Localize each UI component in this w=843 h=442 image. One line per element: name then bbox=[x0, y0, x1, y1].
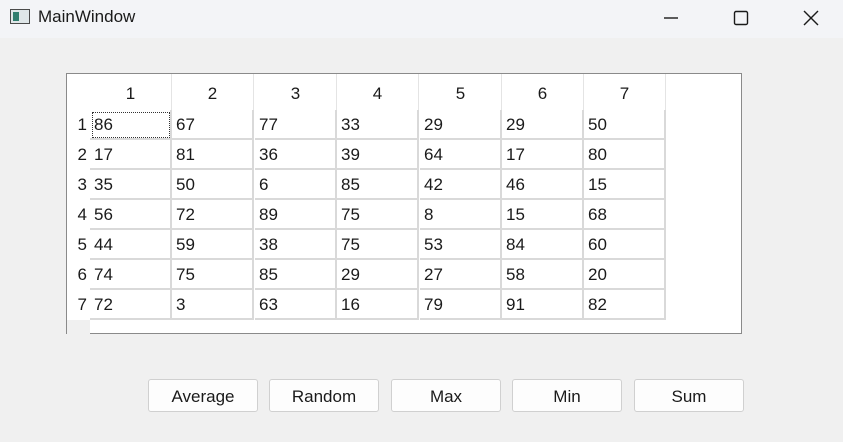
table-cell[interactable]: 74 bbox=[90, 260, 172, 290]
table-cell[interactable]: 17 bbox=[502, 140, 584, 170]
table-cell[interactable]: 36 bbox=[255, 140, 337, 170]
table-cell[interactable]: 3 bbox=[172, 290, 254, 320]
main-window: MainWindow 1 2 3 4 5 6 7 1 2 3 4 5 6 7 86 67 77 33 29 29 50 1… bbox=[0, 0, 843, 442]
row-header-7[interactable]: 7 bbox=[67, 290, 90, 320]
table-cell[interactable]: 79 bbox=[420, 290, 502, 320]
table-cell[interactable]: 63 bbox=[255, 290, 337, 320]
table-row-header-strip bbox=[67, 320, 90, 334]
average-button[interactable]: Average bbox=[148, 379, 258, 412]
table-cell[interactable]: 29 bbox=[337, 260, 419, 290]
table-cell[interactable]: 20 bbox=[584, 260, 666, 290]
table-cell[interactable]: 80 bbox=[584, 140, 666, 170]
row-header-2[interactable]: 2 bbox=[67, 140, 90, 170]
row-header-5[interactable]: 5 bbox=[67, 230, 90, 260]
window-title: MainWindow bbox=[38, 7, 136, 26]
table-cell[interactable]: 15 bbox=[584, 170, 666, 200]
table-cell[interactable]: 75 bbox=[172, 260, 254, 290]
table-cell[interactable]: 72 bbox=[172, 200, 254, 230]
row-header-1[interactable]: 1 bbox=[67, 110, 90, 140]
sum-button[interactable]: Sum bbox=[634, 379, 744, 412]
row-header-3[interactable]: 3 bbox=[67, 170, 90, 200]
column-header-2[interactable]: 2 bbox=[172, 74, 254, 110]
table-cell[interactable]: 56 bbox=[90, 200, 172, 230]
minimize-icon bbox=[664, 17, 678, 19]
table-cell[interactable]: 38 bbox=[255, 230, 337, 260]
table-cell[interactable]: 15 bbox=[502, 200, 584, 230]
min-button[interactable]: Min bbox=[512, 379, 622, 412]
table-cell[interactable]: 85 bbox=[255, 260, 337, 290]
table-cell[interactable]: 72 bbox=[90, 290, 172, 320]
column-header-6[interactable]: 6 bbox=[502, 74, 584, 110]
close-icon bbox=[803, 10, 819, 26]
table-cell[interactable]: 86 bbox=[90, 110, 172, 140]
column-header-3[interactable]: 3 bbox=[255, 74, 337, 110]
table-cell[interactable]: 42 bbox=[420, 170, 502, 200]
column-header-5[interactable]: 5 bbox=[420, 74, 502, 110]
table-cell[interactable]: 68 bbox=[584, 200, 666, 230]
maximize-icon bbox=[733, 10, 749, 26]
table-cell[interactable]: 29 bbox=[502, 110, 584, 140]
title-bar: MainWindow bbox=[0, 0, 843, 38]
table-cell[interactable]: 8 bbox=[420, 200, 502, 230]
table-cell[interactable]: 27 bbox=[420, 260, 502, 290]
table-cell[interactable]: 59 bbox=[172, 230, 254, 260]
table-cell[interactable]: 84 bbox=[502, 230, 584, 260]
table-cell[interactable]: 89 bbox=[255, 200, 337, 230]
column-header-4[interactable]: 4 bbox=[337, 74, 419, 110]
table-cell[interactable]: 75 bbox=[337, 230, 419, 260]
minimize-button[interactable] bbox=[648, 0, 694, 36]
table-cell[interactable]: 82 bbox=[584, 290, 666, 320]
table-cell[interactable]: 67 bbox=[172, 110, 254, 140]
table-cell[interactable]: 35 bbox=[90, 170, 172, 200]
column-header-1[interactable]: 1 bbox=[90, 74, 172, 110]
column-header-7[interactable]: 7 bbox=[584, 74, 666, 110]
table-cell[interactable]: 29 bbox=[420, 110, 502, 140]
max-button[interactable]: Max bbox=[391, 379, 501, 412]
table-cell[interactable]: 50 bbox=[172, 170, 254, 200]
table-cell[interactable]: 44 bbox=[90, 230, 172, 260]
table-cell[interactable]: 17 bbox=[90, 140, 172, 170]
maximize-button[interactable] bbox=[718, 0, 764, 36]
table-cell[interactable]: 53 bbox=[420, 230, 502, 260]
row-header-6[interactable]: 6 bbox=[67, 260, 90, 290]
table-cell[interactable]: 33 bbox=[337, 110, 419, 140]
table-corner-button[interactable] bbox=[67, 74, 90, 110]
row-header-4[interactable]: 4 bbox=[67, 200, 90, 230]
table-cell[interactable]: 81 bbox=[172, 140, 254, 170]
table-cell[interactable]: 6 bbox=[255, 170, 337, 200]
table-cell[interactable]: 91 bbox=[502, 290, 584, 320]
table-cell[interactable]: 77 bbox=[255, 110, 337, 140]
table-cell[interactable]: 16 bbox=[337, 290, 419, 320]
table-cell[interactable]: 39 bbox=[337, 140, 419, 170]
table-cell[interactable]: 60 bbox=[584, 230, 666, 260]
table-cell[interactable]: 58 bbox=[502, 260, 584, 290]
table-cell[interactable]: 64 bbox=[420, 140, 502, 170]
table-cell[interactable]: 85 bbox=[337, 170, 419, 200]
table-cell[interactable]: 46 bbox=[502, 170, 584, 200]
random-button[interactable]: Random bbox=[269, 379, 379, 412]
close-button[interactable] bbox=[788, 0, 834, 36]
table-cell[interactable]: 50 bbox=[584, 110, 666, 140]
data-table[interactable]: 1 2 3 4 5 6 7 1 2 3 4 5 6 7 86 67 77 33 29 29 50 17 81 36 39 64 17… bbox=[66, 73, 742, 334]
table-cell[interactable]: 75 bbox=[337, 200, 419, 230]
app-window-icon bbox=[10, 9, 30, 24]
